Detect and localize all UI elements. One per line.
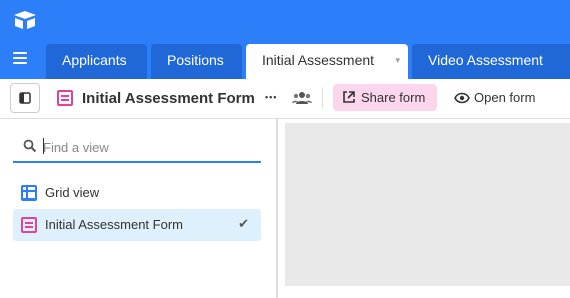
sidebar-toggle-button[interactable] xyxy=(10,83,40,113)
menu-button[interactable] xyxy=(13,52,29,66)
form-icon xyxy=(21,217,37,233)
view-item-grid[interactable]: Grid view xyxy=(13,177,261,209)
sidebar-toggle-icon xyxy=(19,92,31,104)
tab-initial-assessment[interactable]: Initial Assessment ▾ xyxy=(246,44,408,79)
tab-label: Initial Assessment xyxy=(262,52,375,68)
grid-icon xyxy=(21,185,37,201)
top-bar: Applicants Positions Initial Assessment … xyxy=(0,0,570,79)
collaborators-icon[interactable] xyxy=(292,91,312,105)
search-icon xyxy=(23,139,37,153)
tab-label: Positions xyxy=(167,52,224,68)
view-item-initial-assessment-form[interactable]: Initial Assessment Form ✔ xyxy=(13,209,261,241)
tab-video-assessment[interactable]: Video Assessment xyxy=(412,44,570,79)
open-form-button[interactable]: Open form xyxy=(452,84,552,111)
airtable-logo-icon[interactable] xyxy=(12,9,38,31)
form-preview-area xyxy=(280,119,570,298)
share-icon xyxy=(343,91,355,103)
view-bar: Initial Assessment Form ••• Share form O… xyxy=(0,79,570,119)
view-item-label: Initial Assessment Form xyxy=(45,217,183,232)
more-options-icon[interactable]: ••• xyxy=(265,92,277,102)
chevron-down-icon[interactable]: ▾ xyxy=(395,44,400,76)
share-form-button[interactable]: Share form xyxy=(333,84,437,111)
tab-label: Video Assessment xyxy=(428,52,543,68)
search-input[interactable] xyxy=(43,136,253,158)
form-canvas xyxy=(285,123,570,286)
view-search xyxy=(13,131,261,163)
tab-positions[interactable]: Positions xyxy=(151,44,242,79)
views-sidebar: Grid view Initial Assessment Form ✔ xyxy=(0,119,278,298)
open-form-label: Open form xyxy=(474,90,536,105)
checkmark-icon: ✔ xyxy=(238,216,249,231)
form-view-icon xyxy=(57,90,73,106)
toolbar-divider xyxy=(322,87,323,109)
tab-applicants[interactable]: Applicants xyxy=(46,44,147,79)
tab-label: Applicants xyxy=(62,52,127,68)
text-cursor xyxy=(43,138,44,154)
view-item-label: Grid view xyxy=(45,185,100,200)
eye-icon xyxy=(454,92,470,104)
view-title[interactable]: Initial Assessment Form xyxy=(82,90,255,107)
share-form-label: Share form xyxy=(361,90,426,105)
